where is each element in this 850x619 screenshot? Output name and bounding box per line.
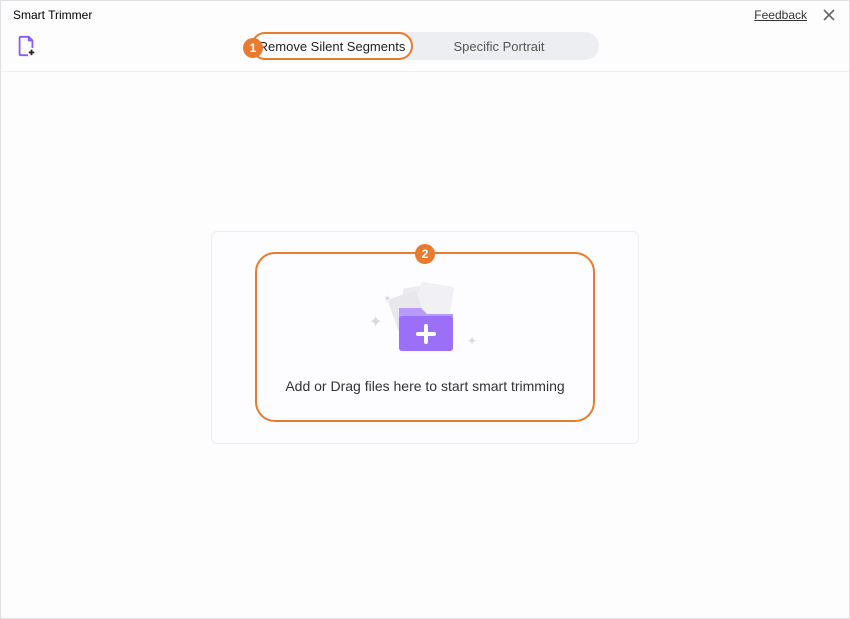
- toolbar: 1 Remove Silent Segments Specific Portra…: [1, 29, 849, 72]
- tab-inactive-label: Specific Portrait: [453, 39, 544, 54]
- tab-active-label: Remove Silent Segments: [259, 39, 406, 54]
- drop-card: 2 ✦ ✦: [211, 231, 639, 444]
- title-bar-actions: Feedback: [754, 7, 837, 23]
- tab-specific-portrait[interactable]: Specific Portrait: [399, 32, 599, 60]
- drop-zone-text: Add or Drag files here to start smart tr…: [285, 378, 564, 394]
- content-area: 2 ✦ ✦: [1, 72, 849, 602]
- step-badge-2: 2: [415, 244, 435, 264]
- title-bar: Smart Trimmer Feedback: [1, 1, 849, 29]
- add-file-icon[interactable]: [15, 35, 37, 57]
- folder-add-icon: ✦ ✦ ✦: [365, 280, 485, 360]
- sparkle-icon: ✦: [467, 334, 477, 348]
- tab-remove-silent-segments[interactable]: 1 Remove Silent Segments: [251, 32, 413, 60]
- close-button[interactable]: [821, 7, 837, 23]
- drop-zone[interactable]: 2 ✦ ✦: [255, 252, 595, 422]
- mode-tabs: 1 Remove Silent Segments Specific Portra…: [251, 32, 599, 60]
- feedback-link[interactable]: Feedback: [754, 8, 807, 22]
- step-badge-1: 1: [243, 38, 263, 58]
- sparkle-icon: ✦: [383, 294, 391, 305]
- window-title: Smart Trimmer: [13, 8, 92, 22]
- close-icon: [822, 8, 836, 22]
- sparkle-icon: ✦: [369, 312, 382, 332]
- smart-trimmer-window: Smart Trimmer Feedback 1: [0, 0, 850, 619]
